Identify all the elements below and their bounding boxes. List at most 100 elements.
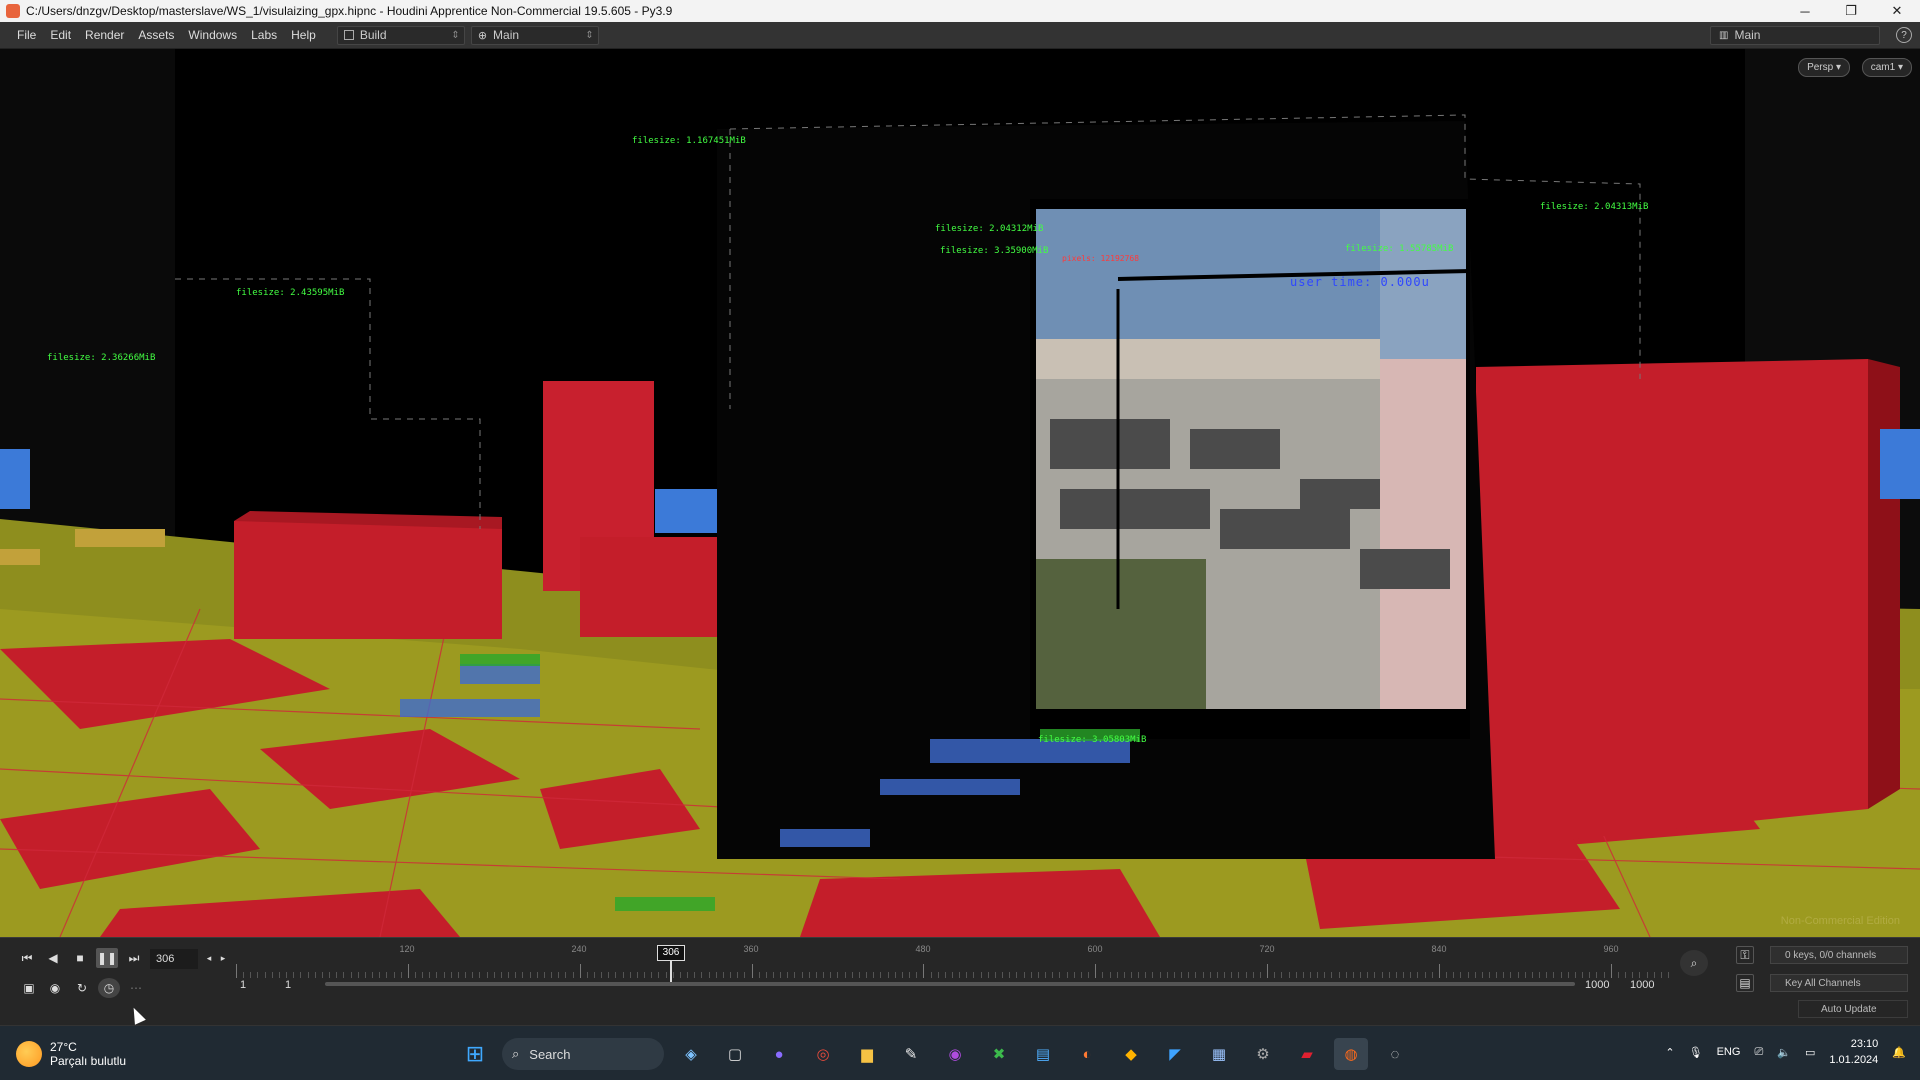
ruler-tick bbox=[1274, 972, 1276, 978]
playback-end-field[interactable]: 1000 bbox=[1585, 979, 1609, 991]
auto-update-button[interactable]: Auto Update bbox=[1798, 1000, 1908, 1018]
vscode-icon[interactable]: ◤ bbox=[1158, 1038, 1192, 1070]
widgets-icon[interactable]: ◈ bbox=[674, 1038, 708, 1070]
pdf-reader-icon[interactable]: ▰ bbox=[1290, 1038, 1324, 1070]
chevron-up-icon[interactable]: ⌃ bbox=[1665, 1046, 1674, 1059]
menu-assets[interactable]: Assets bbox=[131, 28, 181, 42]
menu-labs[interactable]: Labs bbox=[244, 28, 284, 42]
step-back-icon[interactable]: ◂ bbox=[202, 948, 216, 968]
ruler-tick bbox=[1338, 972, 1340, 978]
desktop-selector[interactable]: ⊕ Main ⇕ bbox=[470, 25, 599, 45]
task-view-icon[interactable]: ▢ bbox=[718, 1038, 752, 1070]
ruler-tick bbox=[407, 964, 409, 978]
inkscape-icon[interactable]: ✎ bbox=[894, 1038, 928, 1070]
pause-icon[interactable]: ❚❚ bbox=[96, 948, 118, 968]
xbox-icon[interactable]: ✖ bbox=[982, 1038, 1016, 1070]
end-frame-field[interactable]: 1000 bbox=[1630, 979, 1654, 991]
right-desktop-selector[interactable]: ▥ Main bbox=[1710, 25, 1880, 45]
key-mode-icon[interactable]: ▤ bbox=[1736, 974, 1754, 992]
stop-icon[interactable]: ■ bbox=[69, 948, 91, 968]
keys-toggle-icon[interactable]: ⚿ bbox=[1736, 946, 1754, 964]
microphone-icon[interactable]: 🎙 bbox=[1689, 1046, 1703, 1059]
battery-icon[interactable]: ▭ bbox=[1805, 1046, 1815, 1059]
houdini-icon[interactable]: ◍ bbox=[1334, 1038, 1368, 1070]
clock[interactable]: 23:10 1.01.2024 bbox=[1829, 1036, 1878, 1068]
perspective-menu-button[interactable]: Persp ▾ bbox=[1798, 58, 1850, 77]
ruler-tick bbox=[1582, 972, 1584, 978]
network-icon[interactable]: ⎚ bbox=[1754, 1046, 1763, 1059]
help-icon[interactable]: ? bbox=[1896, 27, 1912, 43]
ruler-tick bbox=[479, 972, 481, 978]
ruler-tick bbox=[1317, 972, 1319, 978]
houdini-launcher-icon[interactable]: ◐ bbox=[1070, 1038, 1104, 1070]
maximize-button[interactable]: ❐ bbox=[1828, 0, 1874, 22]
git-icon[interactable]: ◆ bbox=[1114, 1038, 1148, 1070]
ruler-tick bbox=[837, 972, 839, 978]
ruler-tick bbox=[851, 972, 853, 978]
shelf-set-selector[interactable]: Build ⇕ bbox=[336, 25, 465, 45]
ruler-tick bbox=[894, 972, 896, 978]
minimize-button[interactable]: ─ bbox=[1782, 0, 1828, 22]
ruler-tick bbox=[1331, 972, 1333, 978]
notification-bell-icon[interactable]: 🔔 bbox=[1892, 1046, 1906, 1059]
step-keys-icon[interactable]: ⋯ bbox=[125, 978, 147, 998]
keys-channels-status[interactable]: 0 keys, 0/0 channels bbox=[1770, 946, 1908, 964]
audio-icon[interactable]: ▣ bbox=[18, 978, 40, 998]
scene-viewport[interactable]: filesize: 1.167451MiB filesize: 2.04312M… bbox=[0, 49, 1920, 937]
ruler-tick bbox=[500, 972, 502, 978]
jump-to-start-icon[interactable]: ⏮ bbox=[16, 948, 38, 968]
close-button[interactable]: ✕ bbox=[1874, 0, 1920, 22]
realtime-icon[interactable]: ◷ bbox=[98, 978, 120, 998]
menu-file[interactable]: File bbox=[10, 28, 43, 42]
language-indicator[interactable]: ENG bbox=[1717, 1046, 1741, 1058]
sound-icon[interactable]: ◉ bbox=[44, 978, 66, 998]
step-forward-icon[interactable]: ▸ bbox=[216, 948, 230, 968]
windows-taskbar: 27°C Parçalı bulutlu ⊞ ⌕ Search ◈ ▢ ● ◎ … bbox=[0, 1025, 1920, 1080]
file-explorer-icon[interactable]: ▆ bbox=[850, 1038, 884, 1070]
current-frame-marker[interactable]: 306 bbox=[657, 945, 685, 961]
volume-icon[interactable]: 🔈 bbox=[1777, 1046, 1791, 1059]
ruler-tick bbox=[1037, 972, 1039, 978]
ruler-tick bbox=[465, 972, 467, 978]
playback-start-field[interactable]: 1 bbox=[285, 979, 291, 991]
ruler-tick bbox=[1209, 972, 1211, 978]
photos-icon[interactable]: ▦ bbox=[1202, 1038, 1236, 1070]
notepad-icon[interactable]: ▤ bbox=[1026, 1038, 1060, 1070]
taskbar-search-box[interactable]: ⌕ Search bbox=[502, 1038, 664, 1070]
ruler-tick bbox=[1481, 972, 1483, 978]
menu-windows[interactable]: Windows bbox=[181, 28, 244, 42]
menu-help[interactable]: Help bbox=[284, 28, 323, 42]
ruler-tick bbox=[1431, 972, 1433, 978]
ruler-tick bbox=[1388, 972, 1390, 978]
key-all-channels-button[interactable]: Key All Channels bbox=[1770, 974, 1908, 992]
start-frame-field[interactable]: 1 bbox=[240, 979, 246, 991]
teams-icon[interactable]: ● bbox=[762, 1038, 796, 1070]
loop-icon[interactable]: ↻ bbox=[71, 978, 93, 998]
ruler-tick bbox=[1181, 972, 1183, 978]
ruler-tick bbox=[300, 972, 302, 978]
current-frame-field[interactable]: 306 bbox=[150, 949, 198, 969]
screen-recorder-icon[interactable]: ◉ bbox=[938, 1038, 972, 1070]
resource-monitor-icon[interactable]: ◌ bbox=[1378, 1038, 1412, 1070]
menu-edit[interactable]: Edit bbox=[43, 28, 78, 42]
jump-to-end-icon[interactable]: ⏭ bbox=[123, 948, 145, 968]
frame-range-slider[interactable] bbox=[325, 982, 1575, 986]
ruler-tick bbox=[271, 972, 273, 978]
camera-menu-button[interactable]: cam1 ▾ bbox=[1861, 58, 1912, 77]
menu-render[interactable]: Render bbox=[78, 28, 131, 42]
magnifier-icon[interactable]: ⌕ bbox=[1680, 950, 1708, 976]
ruler-tick bbox=[1474, 972, 1476, 978]
ruler-tick bbox=[1045, 972, 1047, 978]
ruler-tick bbox=[393, 972, 395, 978]
settings-icon[interactable]: ⚙ bbox=[1246, 1038, 1280, 1070]
ruler-tick bbox=[708, 972, 710, 978]
timeline-ruler[interactable]: 120 240 360 480 600 720 840 960 306 bbox=[236, 944, 1669, 983]
overlay-text: filesize: 3.05803MiB bbox=[1038, 735, 1147, 745]
play-reverse-icon[interactable]: ◀ bbox=[42, 948, 64, 968]
start-icon[interactable]: ⊞ bbox=[458, 1038, 492, 1070]
ruler-tick bbox=[1109, 972, 1111, 978]
weather-widget[interactable]: 27°C Parçalı bulutlu bbox=[16, 1040, 126, 1068]
ruler-tick bbox=[701, 972, 703, 978]
ruler-tick bbox=[515, 972, 517, 978]
chrome-icon[interactable]: ◎ bbox=[806, 1038, 840, 1070]
